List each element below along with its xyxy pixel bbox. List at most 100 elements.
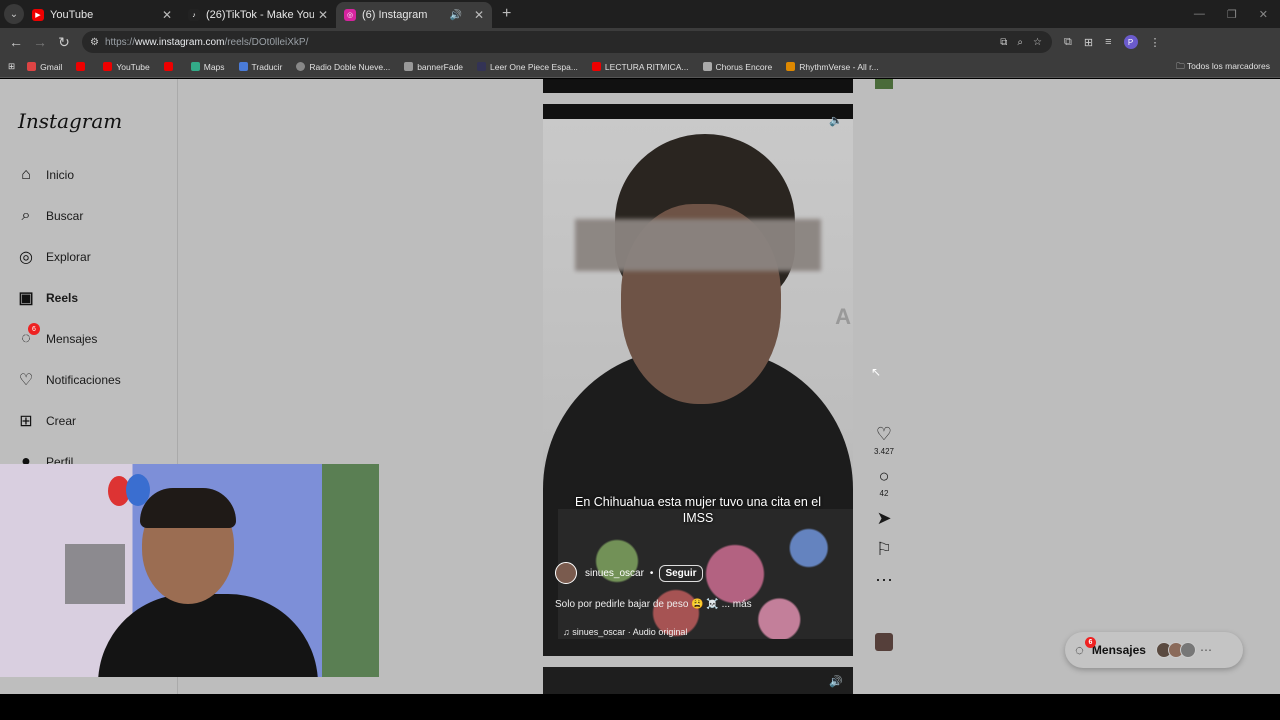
tab-groups-icon[interactable]: ⊞ <box>1084 36 1093 49</box>
sidebar-item-reels[interactable]: ▣ Reels <box>16 288 78 308</box>
cast-icon[interactable]: ⧉ <box>1000 37 1007 48</box>
media-icon[interactable]: ≡ <box>1105 36 1111 48</box>
bookmark-onepiece[interactable]: Leer One Piece Espa... <box>477 62 578 72</box>
next-reel[interactable]: 🔊 <box>543 667 853 694</box>
sidebar-item-label: Buscar <box>46 209 84 223</box>
messages-pill[interactable]: ◌ 6 Mensajes ⋯ <box>1065 632 1243 668</box>
new-tab-button[interactable]: + <box>502 5 511 23</box>
close-icon[interactable]: ✕ <box>162 8 172 22</box>
close-window-icon[interactable]: ✕ <box>1259 8 1268 21</box>
sidebar-item-explorar[interactable]: ◎ Explorar <box>16 247 91 267</box>
comment-action[interactable]: ○ 42 <box>870 466 898 498</box>
instagram-logo[interactable]: Instagram <box>18 109 122 133</box>
wall-logo: A <box>835 304 851 329</box>
audio-attribution[interactable]: ♫ sinues_oscar · Audio original <box>563 627 687 637</box>
music-icon: ♫ <box>563 627 573 637</box>
avatar <box>1179 642 1196 658</box>
reel-video[interactable]: A 🔈 En Chihuahua esta mujer tuvo una cit… <box>543 104 853 656</box>
previous-reel[interactable] <box>543 79 853 93</box>
bookmark-label: Radio Doble Nueve... <box>309 61 391 72</box>
tab-title: YouTube <box>50 9 94 21</box>
bookmark-label: Gmail <box>40 61 63 72</box>
bookmark-label: Chorus Encore <box>715 61 773 72</box>
tab-title: (26)TikTok - Make Your Day <box>206 9 314 21</box>
sidebar-item-inicio[interactable]: ⌂ Inicio <box>16 165 74 185</box>
youtube-icon <box>163 62 173 71</box>
heart-icon: ♡ <box>875 424 893 444</box>
bookmark-chorus[interactable]: Chorus Encore <box>702 61 773 72</box>
forward-icon[interactable]: → <box>28 34 52 50</box>
tab-youtube[interactable]: ▶ YouTube ✕ <box>24 2 180 28</box>
globe-icon <box>296 62 306 71</box>
bookmarks-bar: ⊞ Gmail YouTube Maps Traducir Radio Dobl… <box>0 56 1280 78</box>
home-icon: ⌂ <box>21 166 31 183</box>
profile-avatar[interactable]: P <box>1123 35 1138 49</box>
tab-tiktok[interactable]: ♪ (26)TikTok - Make Your Day ✕ <box>180 2 336 28</box>
sidebar-item-crear[interactable]: ⊞ Crear <box>16 411 76 431</box>
bookmark-label: Leer One Piece Espa... <box>490 61 578 72</box>
follow-button[interactable]: Seguir <box>659 564 703 582</box>
minimize-icon[interactable]: — <box>1194 8 1205 20</box>
close-icon[interactable]: ✕ <box>474 8 484 22</box>
reload-icon[interactable]: ↻ <box>52 34 76 51</box>
previous-audio-thumbnail[interactable] <box>875 79 893 89</box>
bookmark-bannerfade[interactable]: bannerFade <box>404 62 463 72</box>
plus-icon: ⊞ <box>19 413 33 430</box>
sidebar-item-label: Reels <box>46 291 79 305</box>
window-controls: — ❐ ✕ <box>1194 0 1280 28</box>
author-name[interactable]: sinues_oscar <box>585 568 644 579</box>
bookmark-rhythmverse[interactable]: RhythmVerse - All r... <box>786 62 879 72</box>
extensions-icon[interactable]: ⧉ <box>1064 36 1072 49</box>
taskbar <box>0 694 1280 720</box>
url-prefix: https:// <box>104 36 135 48</box>
bookmark-youtube[interactable]: YouTube <box>103 62 150 72</box>
bookmark-label: Maps <box>203 61 225 72</box>
author-avatar[interactable] <box>555 562 577 584</box>
messenger-icon: ◌ 6 <box>16 323 40 349</box>
close-icon[interactable]: ✕ <box>318 8 328 22</box>
bookmark-traducir[interactable]: Traducir <box>238 62 282 72</box>
restore-icon[interactable]: ❐ <box>1227 8 1237 21</box>
youtube-icon <box>591 62 601 71</box>
apps-icon[interactable]: ⊞ <box>8 61 15 72</box>
bookmark-label: bannerFade <box>417 61 464 72</box>
volume-icon[interactable]: 🔊 <box>829 675 843 688</box>
volume-icon[interactable]: 🔈 <box>829 114 843 127</box>
like-action[interactable]: ♡ 3.427 <box>870 424 898 456</box>
tab-instagram[interactable]: ◎ (6) Instagram 🔊 ✕ <box>336 2 492 28</box>
save-action[interactable]: ⚐ <box>870 539 898 560</box>
youtube-icon <box>103 62 113 71</box>
search-icon: ⌕ <box>21 207 31 224</box>
folder-icon: 🗀 <box>1176 61 1187 71</box>
site-info-icon[interactable]: ⚙ <box>90 37 99 48</box>
bookmark-maps[interactable]: Maps <box>190 61 225 72</box>
all-bookmarks-button[interactable]: 🗀 Todos los marcadores <box>1176 61 1270 75</box>
all-bookmarks-label: Todos los marcadores <box>1186 61 1270 71</box>
zoom-icon[interactable]: ⌕ <box>1017 37 1023 48</box>
bookmark-youtube-icon-only[interactable] <box>76 62 89 71</box>
sidebar-item-buscar[interactable]: ⌕ Buscar <box>16 206 84 226</box>
address-bar[interactable]: ⚙ https://www.instagram.com/reels/DOt0ll… <box>82 31 1052 53</box>
sidebar-item-label: Notificaciones <box>46 373 121 387</box>
bookmark-youtube-icon-only[interactable] <box>163 62 177 71</box>
messenger-icon: ◌ 6 <box>1075 636 1096 659</box>
bookmark-gmail[interactable]: Gmail <box>27 62 62 72</box>
reel-description[interactable]: Solo por pedirle bajar de peso 😩 ☠️ ... … <box>555 599 752 610</box>
sidebar-item-mensajes[interactable]: ◌ 6 Mensajes <box>16 323 97 349</box>
sidebar-item-notificaciones[interactable]: ♡ Notificaciones <box>16 370 121 390</box>
back-icon[interactable]: ← <box>4 34 28 50</box>
bookmark-radio[interactable]: Radio Doble Nueve... <box>296 62 390 72</box>
comment-count: 42 <box>879 489 889 498</box>
audio-playing-icon[interactable]: 🔊 <box>449 10 461 21</box>
avatar-stack <box>1155 642 1196 658</box>
sidebar-item-label: Explorar <box>46 250 91 264</box>
star-icon[interactable]: ☆ <box>1033 37 1042 48</box>
notification-badge: 6 <box>1085 636 1096 648</box>
bookmark-lectura[interactable]: LECTURA RITMICA... <box>591 62 689 72</box>
menu-icon[interactable]: ⋮ <box>1150 36 1161 49</box>
tab-search-button[interactable]: ⌄ <box>4 4 24 24</box>
audio-thumbnail[interactable] <box>875 633 893 651</box>
more-action[interactable]: ⋯ <box>870 570 898 591</box>
author-row: sinues_oscar • Seguir <box>555 562 703 584</box>
share-action[interactable]: ➤ <box>870 508 898 529</box>
